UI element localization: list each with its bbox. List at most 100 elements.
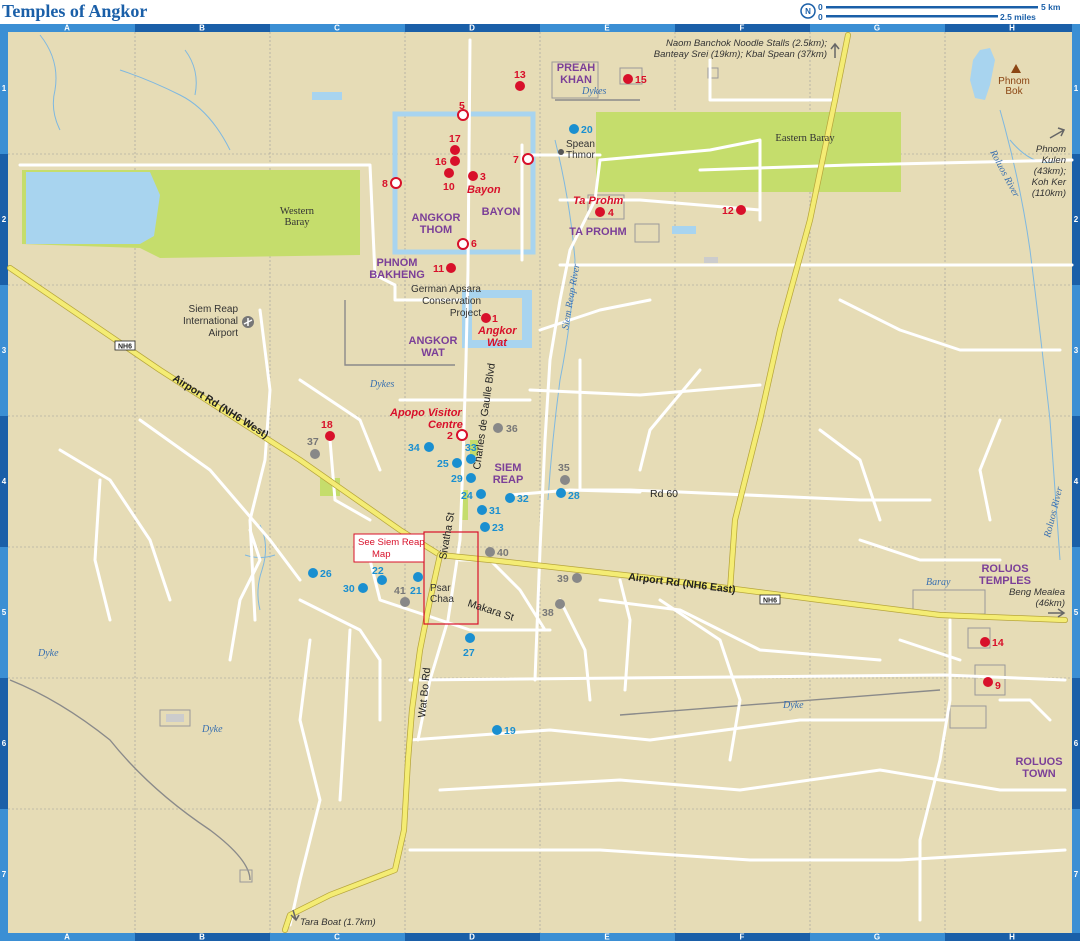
hospital-icon[interactable] bbox=[310, 449, 320, 459]
site-label-angkor-wat[interactable]: Wat bbox=[487, 337, 508, 349]
marker-3[interactable]: 3 bbox=[480, 171, 486, 183]
marker-17[interactable]: 17 bbox=[449, 133, 461, 145]
marker-35[interactable]: 35 bbox=[558, 462, 570, 474]
marker-22[interactable]: 22 bbox=[372, 565, 384, 577]
marker-15[interactable]: 15 bbox=[635, 74, 647, 86]
entertainment-icon[interactable] bbox=[477, 505, 487, 515]
marker-10[interactable]: 10 bbox=[443, 181, 455, 193]
area-label-phnom-bakheng: PHNOM bbox=[377, 257, 418, 269]
marker-12[interactable]: 12 bbox=[722, 205, 734, 217]
temple-icon[interactable] bbox=[468, 171, 478, 181]
temple-icon[interactable] bbox=[736, 205, 746, 215]
marker-6[interactable]: 6 bbox=[471, 238, 477, 250]
marker-8[interactable]: 8 bbox=[382, 178, 388, 190]
temple-icon[interactable] bbox=[450, 145, 460, 155]
road-label-rd60: Rd 60 bbox=[650, 488, 678, 500]
eating-icon[interactable] bbox=[556, 488, 566, 498]
info-icon[interactable] bbox=[560, 475, 570, 485]
site-label-ta-prohm[interactable]: Ta Prohm bbox=[573, 195, 624, 207]
site-label-apopo[interactable]: Centre bbox=[428, 419, 463, 431]
svg-text:Conservation: Conservation bbox=[422, 296, 481, 307]
marker-37[interactable]: 37 bbox=[307, 436, 319, 448]
marker-33[interactable]: 33 bbox=[465, 442, 477, 454]
temple-icon[interactable] bbox=[983, 677, 993, 687]
sleeping-icon[interactable] bbox=[465, 633, 475, 643]
marker-5[interactable]: 5 bbox=[459, 100, 465, 112]
marker-30[interactable]: 30 bbox=[343, 583, 355, 595]
temple-icon[interactable] bbox=[515, 81, 525, 91]
entertainment-icon[interactable] bbox=[466, 473, 476, 483]
svg-text:Project: Project bbox=[450, 308, 481, 319]
museum-icon[interactable] bbox=[325, 431, 335, 441]
marker-1[interactable]: 1 bbox=[492, 313, 498, 325]
marker-38[interactable]: 38 bbox=[542, 607, 554, 619]
marker-39[interactable]: 39 bbox=[557, 573, 569, 585]
grid-col-label: D bbox=[469, 24, 475, 33]
sleeping-icon[interactable] bbox=[452, 458, 462, 468]
sight-icon[interactable] bbox=[390, 177, 402, 189]
marker-24[interactable]: 24 bbox=[461, 490, 473, 502]
svg-text:(110km): (110km) bbox=[1032, 188, 1066, 199]
marker-14[interactable]: 14 bbox=[992, 637, 1004, 649]
site-label-bayon[interactable]: Bayon bbox=[467, 184, 501, 196]
activity-icon[interactable] bbox=[569, 124, 579, 134]
marker-9[interactable]: 9 bbox=[995, 680, 1001, 692]
bus-icon[interactable] bbox=[572, 573, 582, 583]
bus-icon[interactable] bbox=[400, 597, 410, 607]
shopping-icon[interactable] bbox=[424, 442, 434, 452]
grid-row-label: 6 bbox=[1074, 739, 1079, 748]
marker-26[interactable]: 26 bbox=[320, 568, 332, 580]
bus-icon[interactable] bbox=[485, 547, 495, 557]
svg-text:Banteay Srei (19km); Kbal Spea: Banteay Srei (19km); Kbal Spean (37km) bbox=[654, 49, 827, 60]
temple-icon[interactable] bbox=[446, 263, 456, 273]
shopping-icon[interactable] bbox=[505, 493, 515, 503]
marker-4[interactable]: 4 bbox=[608, 207, 614, 219]
temple-icon[interactable] bbox=[481, 313, 491, 323]
marker-16[interactable]: 16 bbox=[435, 156, 447, 168]
site-label-apopo[interactable]: Apopo Visitor bbox=[389, 407, 462, 419]
marker-13[interactable]: 13 bbox=[514, 69, 526, 81]
info-icon[interactable] bbox=[493, 423, 503, 433]
marker-28[interactable]: 28 bbox=[568, 490, 580, 502]
scale-zero-mi: 0 bbox=[818, 12, 823, 22]
temple-icon[interactable] bbox=[980, 637, 990, 647]
marker-25[interactable]: 25 bbox=[437, 458, 449, 470]
marker-2[interactable]: 2 bbox=[447, 430, 453, 442]
marker-40[interactable]: 40 bbox=[497, 547, 509, 559]
marker-31[interactable]: 31 bbox=[489, 505, 501, 517]
marker-20[interactable]: 20 bbox=[581, 124, 593, 136]
temple-icon[interactable] bbox=[444, 168, 454, 178]
marker-11[interactable]: 11 bbox=[433, 263, 444, 275]
svg-text:Spean: Spean bbox=[566, 139, 595, 150]
marker-23[interactable]: 23 bbox=[492, 522, 504, 534]
marker-27[interactable]: 27 bbox=[463, 647, 475, 659]
activity-icon[interactable] bbox=[492, 725, 502, 735]
bus-icon[interactable] bbox=[555, 599, 565, 609]
marker-36[interactable]: 36 bbox=[506, 423, 518, 435]
marker-7[interactable]: 7 bbox=[513, 154, 519, 166]
shopping-icon[interactable] bbox=[466, 454, 476, 464]
grid-row-label: 4 bbox=[2, 477, 7, 486]
sleeping-icon[interactable] bbox=[308, 568, 318, 578]
activity-icon[interactable] bbox=[480, 522, 490, 532]
sight-icon[interactable] bbox=[457, 238, 469, 250]
marker-34[interactable]: 34 bbox=[408, 442, 420, 454]
sleeping-icon[interactable] bbox=[476, 489, 486, 499]
grid-col-label: F bbox=[740, 933, 745, 941]
temple-icon[interactable] bbox=[595, 207, 605, 217]
site-label-angkor-wat[interactable]: Angkor bbox=[477, 325, 517, 337]
sight-icon[interactable] bbox=[522, 153, 534, 165]
marker-18[interactable]: 18 bbox=[321, 419, 333, 431]
marker-21[interactable]: 21 bbox=[410, 585, 422, 597]
marker-41[interactable]: 41 bbox=[394, 585, 406, 597]
marker-19[interactable]: 19 bbox=[504, 725, 516, 737]
sleeping-icon[interactable] bbox=[413, 572, 423, 582]
entertainment-icon[interactable] bbox=[358, 583, 368, 593]
map-canvas[interactable]: Temples of Angkor N 0 0 5 km 2.5 miles A… bbox=[0, 0, 1080, 941]
marker-32[interactable]: 32 bbox=[517, 493, 529, 505]
temple-icon[interactable] bbox=[450, 156, 460, 166]
sight-icon[interactable] bbox=[456, 429, 468, 441]
marker-29[interactable]: 29 bbox=[451, 473, 463, 485]
temple-icon[interactable] bbox=[623, 74, 633, 84]
grid-row-label: 7 bbox=[2, 870, 7, 879]
